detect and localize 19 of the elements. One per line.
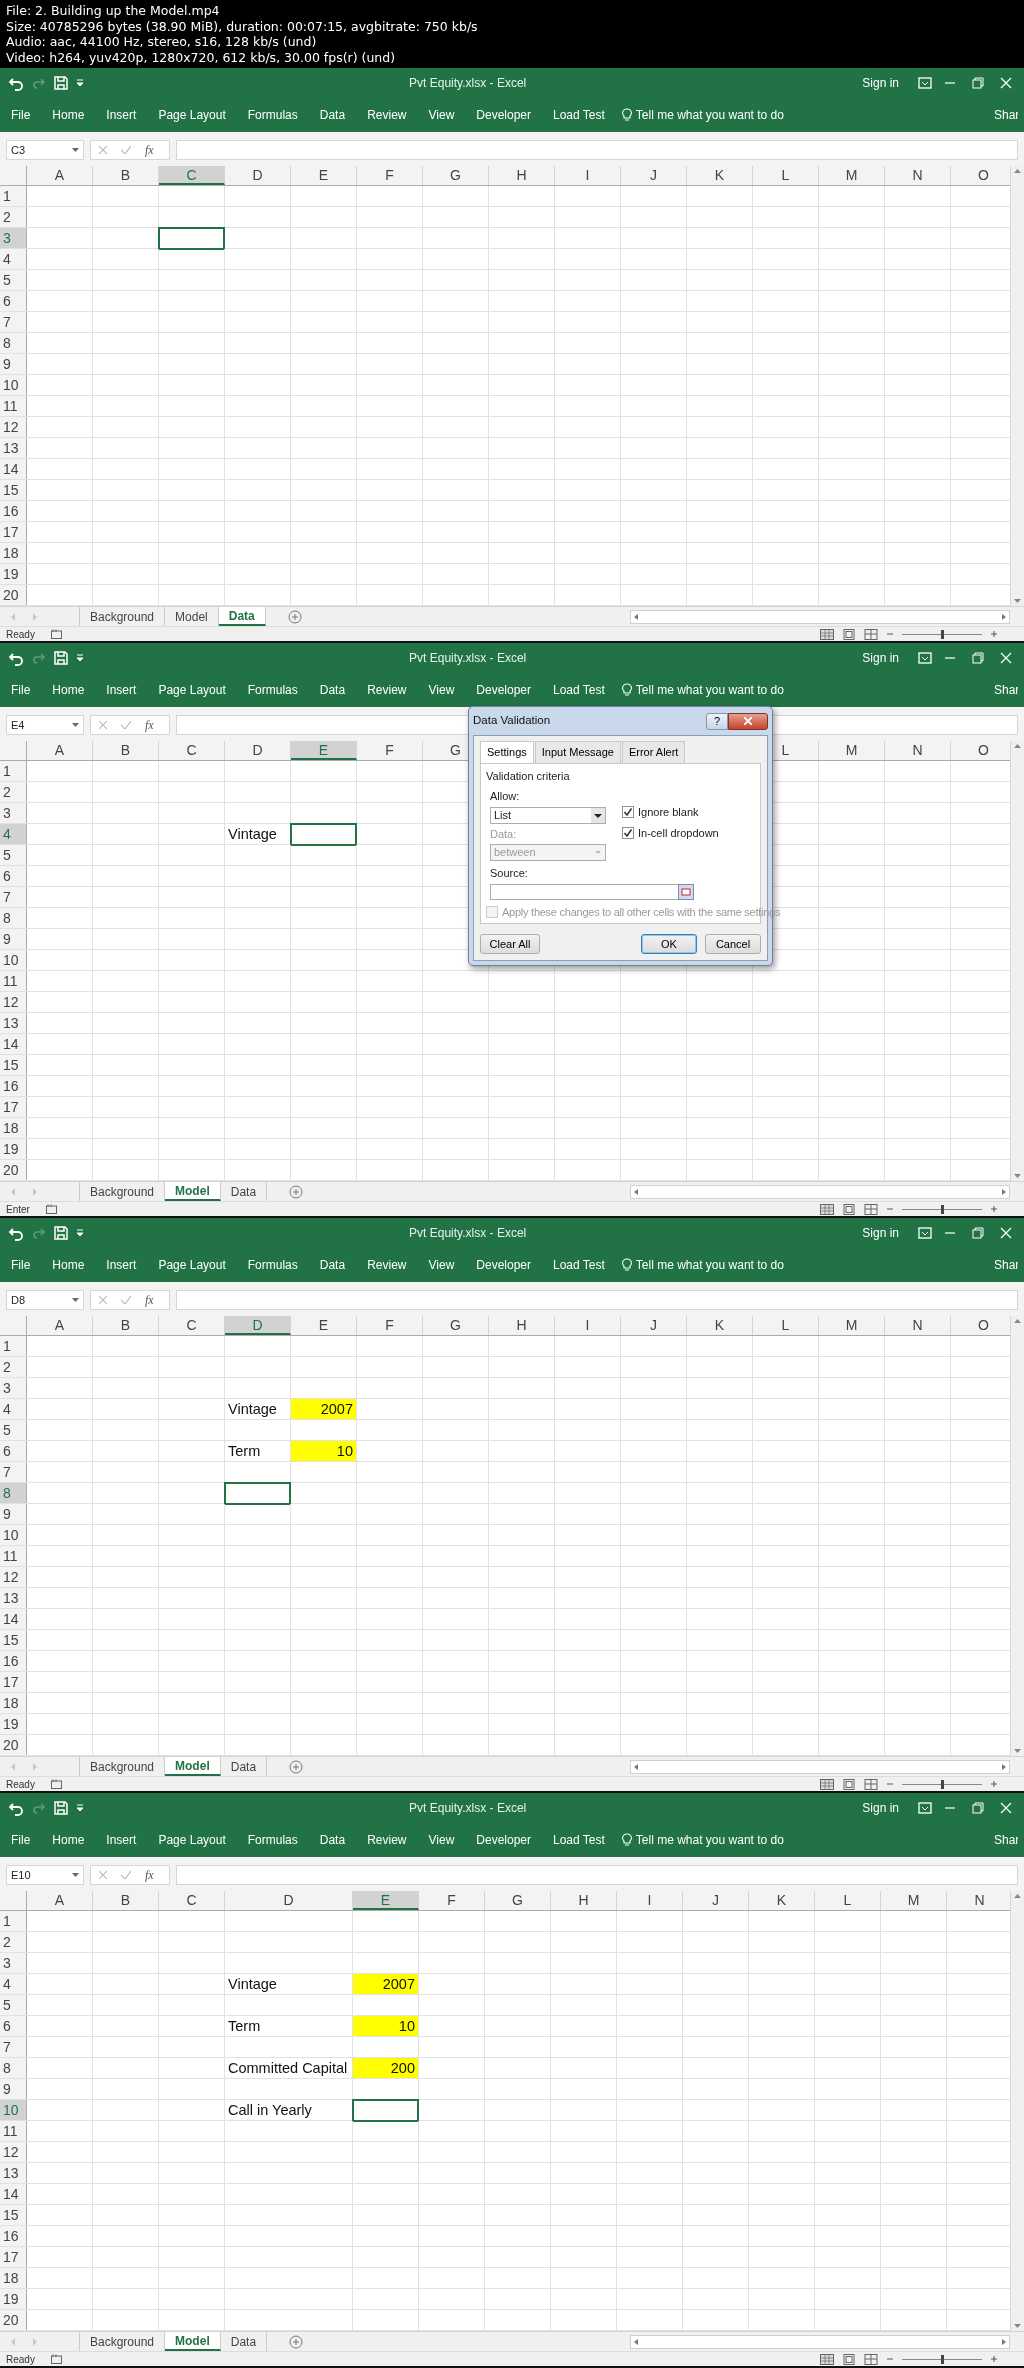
checkbox-label: In-cell dropdown	[638, 825, 719, 841]
status-text: Ready	[6, 2352, 35, 2366]
field-label: Source:	[490, 866, 529, 881]
info-line: Audio: aac, 44100 Hz, stereo, s16, 128 kb/s (und)	[6, 34, 317, 50]
window-title: Pvt Equity.xlsx - Excel	[408, 1800, 528, 1817]
status-text: Ready	[6, 627, 35, 641]
field-label: Allow:	[490, 789, 521, 804]
checkbox-label: Ignore blank	[638, 805, 699, 820]
window-title: Pvt Equity.xlsx - Excel	[408, 75, 528, 92]
status-text: Enter	[6, 1202, 30, 1216]
info-line: Video: h264, yuv420p, 1280x720, 612 kb/s, 30.00 fps(r) (und)	[6, 49, 396, 65]
window-title: Pvt Equity.xlsx - Excel	[408, 650, 528, 667]
status-text: Ready	[6, 1777, 35, 1791]
info-line: File: 2. Building up the Model.mp4	[6, 3, 220, 19]
info-line: Size: 40785296 bytes (38.90 MiB), duration: 00:07:15, avgbitrate: 750 kb/s	[6, 18, 478, 34]
window-title: Pvt Equity.xlsx - Excel	[408, 1225, 528, 1242]
field-label: Data:	[490, 826, 518, 842]
dialog-title: Data Validation	[473, 713, 551, 729]
group-label: Validation criteria	[486, 768, 571, 784]
